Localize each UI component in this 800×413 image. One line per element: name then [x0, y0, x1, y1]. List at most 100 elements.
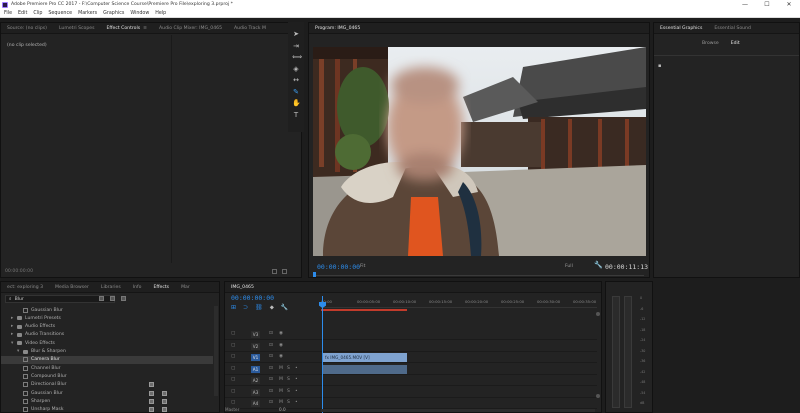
- menu-help[interactable]: Help: [155, 11, 166, 16]
- effect-controls-timecode[interactable]: 00:00:00:00: [5, 269, 33, 274]
- type-tool-icon[interactable]: T: [292, 111, 300, 119]
- panel-menu-icon[interactable]: ≡: [143, 26, 147, 31]
- voiceover-mic-icon[interactable]: •: [295, 389, 298, 394]
- filter-icon[interactable]: [272, 269, 277, 274]
- tab-info[interactable]: Info: [127, 285, 148, 290]
- tab-source[interactable]: Source: (no clips): [1, 26, 53, 31]
- mute-button[interactable]: M: [279, 400, 283, 405]
- mute-button[interactable]: M: [279, 389, 283, 394]
- tab-essential-sound[interactable]: Essential Sound: [708, 26, 757, 31]
- solo-button[interactable]: S: [287, 366, 290, 371]
- timeline-ruler[interactable]: 00:00 00:00:05:00 00:00:10:00 00:00:15:00 00…: [321, 296, 597, 308]
- track-select-tool-icon[interactable]: ⇥: [292, 42, 300, 50]
- track-lock-icon[interactable]: ▢: [231, 343, 235, 348]
- timeline-vscrollbar[interactable]: [596, 312, 600, 402]
- pen-tool-icon[interactable]: ✎: [292, 88, 300, 96]
- accelerated-effects-icon[interactable]: [99, 296, 104, 301]
- toggle-output-eye-icon[interactable]: ◉: [279, 354, 283, 359]
- solo-button[interactable]: S: [287, 389, 290, 394]
- effect-item[interactable]: Directional Blur: [1, 381, 213, 389]
- slip-tool-icon[interactable]: ↔: [292, 76, 300, 84]
- sync-lock-icon[interactable]: ⊡: [269, 400, 273, 405]
- effects-folder[interactable]: ▾ Video Effects: [1, 339, 213, 347]
- solo-button[interactable]: S: [287, 377, 290, 382]
- layer-icon[interactable]: ▪: [658, 63, 661, 69]
- master-volume[interactable]: 0.0: [279, 407, 286, 412]
- menu-markers[interactable]: Markers: [78, 11, 97, 16]
- close-button[interactable]: ✕: [778, 0, 800, 9]
- effects-folder[interactable]: ▾ Blur & Sharpen: [1, 348, 213, 356]
- mute-button[interactable]: M: [279, 366, 283, 371]
- effect-item[interactable]: Channel Blur: [1, 364, 213, 372]
- zoom-fit-dropdown[interactable]: Fit: [360, 264, 365, 269]
- tab-project[interactable]: ect: exploring 3: [1, 285, 49, 290]
- effect-item[interactable]: Gaussian Blur: [1, 389, 213, 397]
- voiceover-mic-icon[interactable]: •: [295, 366, 298, 371]
- tab-audio-clip-mixer[interactable]: Audio Clip Mixer: IMG_0465: [153, 26, 228, 31]
- menu-clip[interactable]: Clip: [33, 11, 42, 16]
- razor-tool-icon[interactable]: ◈: [292, 65, 300, 73]
- menu-file[interactable]: File: [4, 11, 12, 16]
- track-name[interactable]: V1: [251, 354, 260, 361]
- toggle-output-eye-icon[interactable]: ◉: [279, 343, 283, 348]
- toggle-output-eye-icon[interactable]: ◉: [279, 331, 283, 336]
- track-lock-icon[interactable]: ▢: [231, 400, 235, 405]
- video-clip[interactable]: fx IMG_0465.MOV [V]: [322, 353, 407, 362]
- add-marker-icon[interactable]: ⬥: [270, 304, 274, 312]
- yuv-effects-icon[interactable]: [121, 296, 126, 301]
- hand-tool-icon[interactable]: ✋: [292, 99, 301, 107]
- tab-program[interactable]: Program: IMG_0465: [309, 26, 366, 33]
- subtab-browse[interactable]: Browse: [702, 41, 719, 46]
- subtab-edit[interactable]: Edit: [731, 41, 740, 46]
- mute-button[interactable]: M: [279, 377, 283, 382]
- tab-effects[interactable]: Effects: [147, 285, 175, 292]
- effects-scrollbar[interactable]: [214, 306, 218, 396]
- selection-tool-icon[interactable]: ➤: [292, 30, 300, 38]
- panel-divider[interactable]: [171, 35, 172, 263]
- minimize-button[interactable]: —: [734, 0, 756, 9]
- effects-folder[interactable]: ▸ Lumetri Presets: [1, 314, 213, 322]
- sync-lock-icon[interactable]: ⊡: [269, 377, 273, 382]
- timeline-settings-icon[interactable]: 🔧: [281, 304, 288, 312]
- program-playhead-marker[interactable]: [313, 272, 316, 277]
- audio-clip[interactable]: [322, 364, 407, 374]
- tab-lumetri-scopes[interactable]: Lumetri Scopes: [53, 26, 101, 31]
- track-name[interactable]: A3: [251, 388, 260, 396]
- ripple-edit-tool-icon[interactable]: ⟺: [292, 53, 302, 61]
- track-name[interactable]: A4: [251, 400, 260, 407]
- linked-selection-icon[interactable]: ⛓: [255, 304, 263, 312]
- playback-resolution-dropdown[interactable]: Full: [565, 264, 573, 269]
- effect-item[interactable]: Compound Blur: [1, 372, 213, 380]
- settings-wrench-icon[interactable]: 🔧: [594, 261, 603, 269]
- effect-item[interactable]: Unsharp Mask: [1, 406, 213, 413]
- sync-lock-icon[interactable]: ⊡: [269, 331, 273, 336]
- sync-lock-icon[interactable]: ⊡: [269, 354, 273, 359]
- tab-audio-track-mixer[interactable]: Audio Track M: [228, 26, 272, 31]
- voiceover-mic-icon[interactable]: •: [295, 400, 298, 405]
- tab-essential-graphics[interactable]: Essential Graphics: [654, 26, 708, 33]
- menu-window[interactable]: Window: [130, 11, 149, 16]
- tab-markers[interactable]: Mar: [175, 285, 196, 290]
- menu-edit[interactable]: Edit: [18, 11, 27, 16]
- track-name[interactable]: V2: [251, 342, 260, 350]
- snap-icon[interactable]: ⊃: [243, 304, 248, 312]
- track-lock-icon[interactable]: ▢: [231, 354, 235, 359]
- sync-lock-icon[interactable]: ⊡: [269, 389, 273, 394]
- solo-button[interactable]: S: [287, 400, 290, 405]
- track-lock-icon[interactable]: ▢: [231, 377, 235, 382]
- nest-toggle-icon[interactable]: ⊞: [231, 304, 236, 312]
- program-playhead-timecode[interactable]: 00:00:00:00: [317, 263, 360, 271]
- effect-item[interactable]: Camera Blur: [1, 355, 213, 364]
- sync-lock-icon[interactable]: ⊡: [269, 343, 273, 348]
- effects-folder[interactable]: ▸ Audio Transitions: [1, 331, 213, 339]
- program-video-frame[interactable]: [313, 47, 646, 256]
- track-name[interactable]: V3: [251, 331, 260, 338]
- tab-sequence[interactable]: IMG_0465: [225, 285, 260, 292]
- timeline-hscrollbar[interactable]: [321, 409, 595, 412]
- work-area-bar[interactable]: [321, 309, 407, 311]
- track-lock-icon[interactable]: ▢: [231, 366, 235, 371]
- effects-folder[interactable]: ▸ Audio Effects: [1, 323, 213, 331]
- sync-lock-icon[interactable]: ⊡: [269, 366, 273, 371]
- track-name[interactable]: A1: [251, 365, 260, 373]
- program-scrub-bar[interactable]: [313, 275, 644, 279]
